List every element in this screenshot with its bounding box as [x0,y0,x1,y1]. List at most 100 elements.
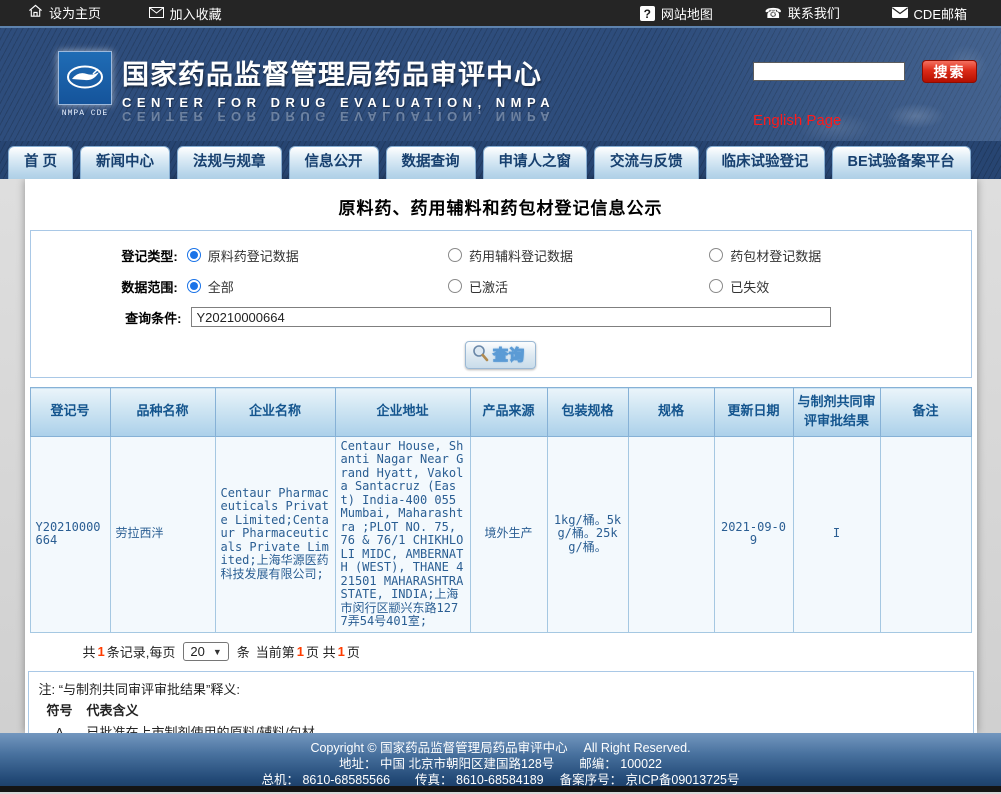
radio-option-all[interactable]: 全部 [186,277,448,296]
cell-update-date: 2021-09-09 [713,435,794,633]
radio-option-activated[interactable]: 已激活 [447,277,709,296]
content-panel: 原料药、药用辅料和药包材登记信息公示 登记类型: 原料药登记数据 药用辅料登记数… [24,179,977,733]
radio-label: 药用辅料登记数据 [468,248,573,264]
radio-icon[interactable] [447,279,462,293]
table-header-row: 登记号 品种名称 企业名称 企业地址 产品来源 包装规格 规格 更新日期 与制剂… [29,387,972,437]
registration-type-label: 登记类型: [121,248,178,264]
query-condition-input[interactable] [190,307,831,327]
current-page-prefix: 当前第 [255,645,295,661]
nav-tab-news[interactable]: 新闻中心 [80,146,171,179]
pagination-bar: 共 1 条记录,每页 20 ▼ 条 当前第 1 页 共 1 页 [83,640,977,664]
radio-icon[interactable] [709,279,724,293]
legend-header-row: 符号 代表含义 [39,700,963,722]
page: 设为主页 加入收藏 ? 网站地图 ☎ 联系我们 CDE邮箱 NMPA CDE 国… [0,0,1001,794]
footer-address: 地址： 中国 北京市朝阳区建国路128号 邮编： 100022 [339,757,662,771]
radio-icon[interactable] [709,248,724,262]
top-utility-bar: 设为主页 加入收藏 ? 网站地图 ☎ 联系我们 CDE邮箱 [0,0,1001,28]
contact-us-label: 联系我们 [787,6,840,21]
radio-option-api-data[interactable]: 原料药登记数据 [186,246,448,265]
main-area: 原料药、药用辅料和药包材登记信息公示 登记类型: 原料药登记数据 药用辅料登记数… [0,179,1001,733]
query-condition-label: 查询条件: [125,310,182,326]
registration-type-row: 登记类型: 原料药登记数据 药用辅料登记数据 药包材登记数据 [31,244,971,266]
main-nav: 首 页 新闻中心 法规与规章 信息公开 数据查询 申请人之窗 交流与反馈 临床试… [0,141,1001,179]
nav-tab-feedback[interactable]: 交流与反馈 [594,146,699,179]
page-title: 原料药、药用辅料和药包材登记信息公示 [338,199,663,218]
home-icon [28,4,43,21]
legend-meaning-header: 代表含义 [86,702,139,718]
page-mid-text: 页 共 [306,645,336,661]
cell-product-source: 境外生产 [469,435,548,633]
nav-tab-applicant-window[interactable]: 申请人之窗 [482,146,588,179]
radio-icon[interactable] [447,248,462,262]
radio-checked-icon[interactable] [186,279,201,293]
col-header-joint-review-result: 与制剂共同审 评审批结果 [792,387,881,437]
radio-label: 已失效 [730,279,770,295]
cell-packaging-spec: 1kg/桶。5kg/桶。25kg/桶。 [546,435,629,633]
data-scope-row: 数据范围: 全部 已激活 已失效 [31,275,971,297]
page-size-select[interactable]: 20 ▼ [183,642,229,662]
site-title-chinese: 国家药品监督管理局药品审评中心 [122,60,542,90]
site-header: NMPA CDE 国家药品监督管理局药品审评中心 CENTER FOR DRUG… [0,28,1001,141]
footer-bottom-bar [0,786,1001,792]
cde-mail-link[interactable]: CDE邮箱 [891,4,967,23]
magnifier-icon [472,344,489,365]
radio-label: 全部 [207,279,234,295]
nav-tab-be-trial-platform[interactable]: BE试验备案平台 [831,146,971,179]
col-header-spec: 规格 [627,387,715,437]
radio-label: 原料药登记数据 [207,248,299,264]
site-title-english: CENTER FOR DRUG EVALUATION, NMPA [122,95,556,110]
set-home-label: 设为主页 [49,6,102,21]
legend-symbol-header: 符号 [46,702,73,718]
cell-variety-name: 劳拉西泮 [109,435,216,633]
radio-label: 已激活 [468,279,508,295]
query-form: 登记类型: 原料药登记数据 药用辅料登记数据 药包材登记数据 数据范围: 全部 … [29,230,972,378]
logo-caption: NMPA CDE [61,109,109,118]
page-suffix-text: 页 [346,645,360,661]
query-button[interactable]: 查询 [464,341,536,369]
english-page-link[interactable]: English Page [753,112,841,129]
site-search-button[interactable]: 搜索 [922,60,977,83]
chevron-down-icon: ▼ [212,646,222,657]
envelope-solid-icon [891,6,908,21]
radio-option-packaging-data[interactable]: 药包材登记数据 [709,246,970,265]
nav-tab-home[interactable]: 首 页 [8,146,74,179]
current-page-number: 1 [296,644,305,660]
radio-option-expired[interactable]: 已失效 [709,277,970,296]
total-pages-number: 1 [337,644,345,660]
cell-company-name: Centaur Pharmaceuticals Private Limited;… [214,435,336,633]
site-search-input[interactable] [753,62,905,81]
nav-tab-info-disclosure[interactable]: 信息公开 [288,146,379,179]
radio-label: 药包材登记数据 [730,248,822,264]
phone-icon: ☎ [764,4,782,21]
nav-tab-data-query[interactable]: 数据查询 [385,146,476,179]
site-title-english-reflection: CENTER FOR DRUG EVALUATION, NMPA [122,109,556,124]
radio-option-excipient-data[interactable]: 药用辅料登记数据 [447,246,709,265]
cell-spec [627,435,715,633]
radio-checked-icon[interactable] [186,248,201,262]
query-condition-row: 查询条件: [31,306,971,328]
site-map-label: 网站地图 [660,7,713,22]
nav-tab-clinical-trial-registry[interactable]: 临床试验登记 [705,146,825,179]
query-button-label: 查询 [492,346,525,364]
topbar-left: 设为主页 加入收藏 [28,3,266,23]
site-map-link[interactable]: ? 网站地图 [639,4,713,23]
col-header-product-source: 产品来源 [469,387,548,437]
legend-title: 注: “与制剂共同审评审批结果”释义: [38,681,241,697]
col-header-update-date: 更新日期 [713,387,794,437]
legend-meaning: 已批准在上市制剂使用的原料/辅料/包材。 [86,724,328,733]
table-row: Y20210000664 劳拉西泮 Centaur Pharmaceutical… [29,435,972,633]
add-favorite-label: 加入收藏 [169,7,222,22]
cell-remarks [879,435,972,633]
col-header-remarks: 备注 [879,387,972,437]
col-header-company-address: 企业地址 [334,387,471,437]
set-home-link[interactable]: 设为主页 [28,3,101,22]
record-count-suffix: 条记录,每页 [106,645,176,661]
contact-us-link[interactable]: ☎ 联系我们 [764,3,839,22]
col-header-company-name: 企业名称 [214,387,336,437]
nav-tab-regulations[interactable]: 法规与规章 [177,146,282,179]
page-size-value: 20 [190,644,205,660]
col-header-variety-name: 品种名称 [109,387,216,437]
add-favorite-link[interactable]: 加入收藏 [148,4,222,23]
page-size-unit: 条 [236,645,250,661]
footer-copyright: Copyright © 国家药品监督管理局药品审评中心 All Right Re… [310,741,691,755]
